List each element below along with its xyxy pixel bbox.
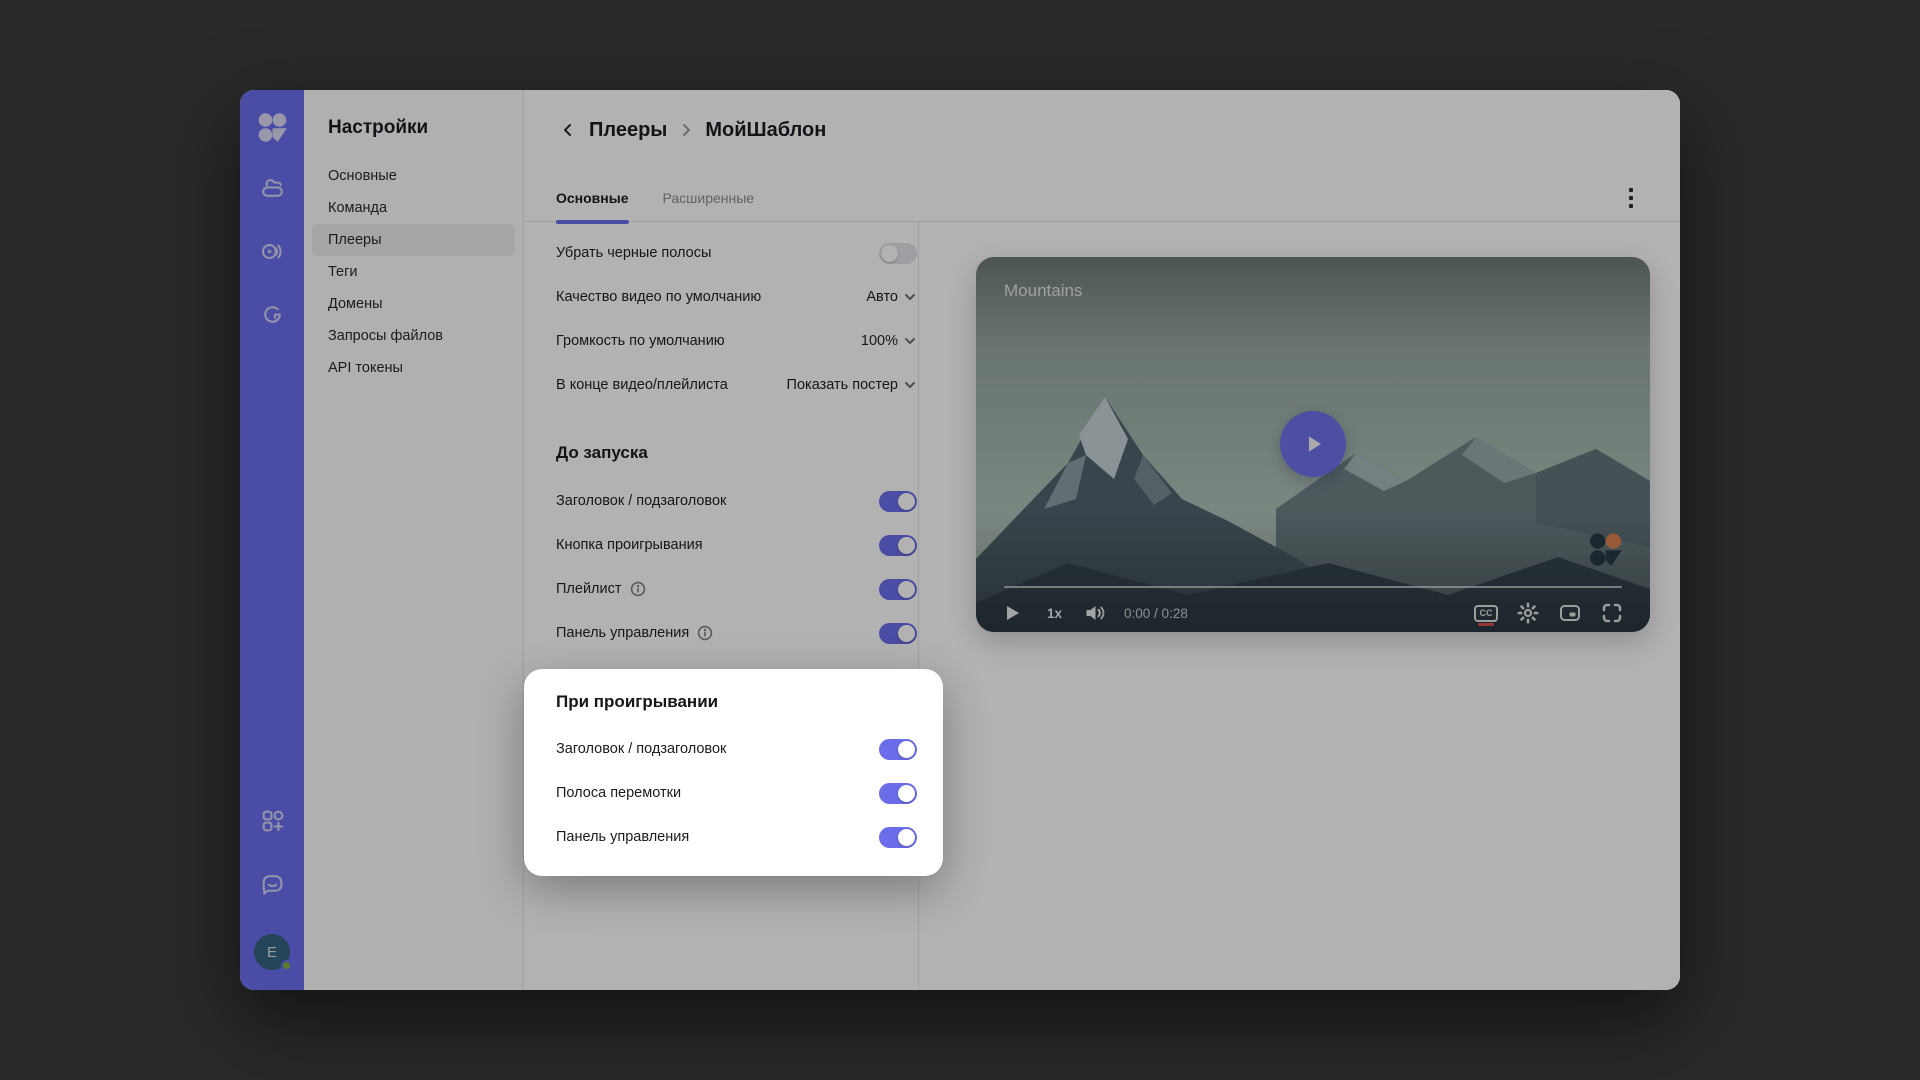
- toggle-control-panel-playback[interactable]: [879, 827, 917, 848]
- toggle-title-subtitle-playback[interactable]: [879, 739, 917, 760]
- during-playback-card: При проигрывании Заголовок / подзаголово…: [524, 669, 943, 876]
- setting-row-control-panel-playback: Панель управления: [524, 815, 943, 859]
- setting-row-seek-bar: Полоса перемотки: [524, 771, 943, 815]
- section-title-during-playback: При проигрывании: [556, 690, 943, 714]
- app-window: E Настройки Основные Команда Плееры Теги…: [240, 90, 1680, 990]
- setting-row-title-subtitle-playback: Заголовок / подзаголовок: [524, 727, 943, 771]
- toggle-seek-bar[interactable]: [879, 783, 917, 804]
- dim-overlay: [240, 90, 1680, 990]
